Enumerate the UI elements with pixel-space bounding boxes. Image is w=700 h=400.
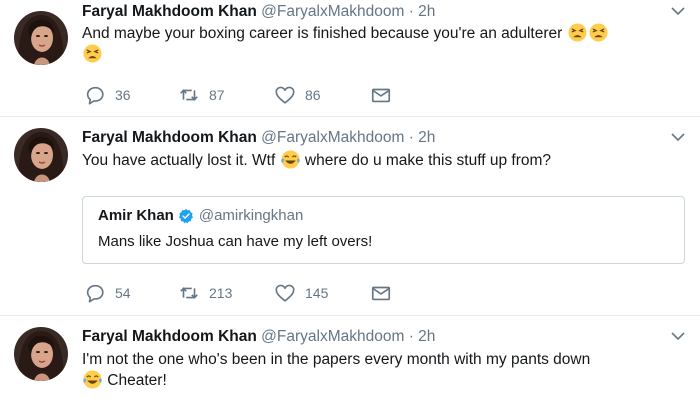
tweet-header: Faryal Makhdoom Khan @FaryalxMakhdoom · … xyxy=(82,128,435,148)
quoted-user-handle: @amirkingkhan xyxy=(198,207,304,224)
reply-count: 36 xyxy=(115,87,131,103)
tweet[interactable]: Faryal Makhdoom Khan @FaryalxMakhdoom · … xyxy=(0,0,700,117)
like-button[interactable]: 86 xyxy=(274,84,321,106)
quoted-tweet-text: Mans like Joshua can have my left overs! xyxy=(98,233,373,250)
reply-icon xyxy=(84,282,106,304)
dm-button[interactable] xyxy=(370,282,401,304)
timestamp[interactable]: · 2h xyxy=(409,328,436,345)
tired-face-emoji xyxy=(589,23,608,42)
avatar[interactable] xyxy=(14,327,68,381)
tweet[interactable]: Faryal Makhdoom Khan @FaryalxMakhdoom · … xyxy=(0,117,700,316)
tweet-actions: 36 87 86 xyxy=(84,84,404,106)
display-name[interactable]: Faryal Makhdoom Khan xyxy=(82,129,257,146)
retweet-button[interactable]: 213 xyxy=(178,282,232,304)
display-name[interactable]: Faryal Makhdoom Khan xyxy=(82,3,257,20)
caret-down-icon[interactable] xyxy=(670,4,686,18)
tweet-text-content: I'm not the one who's been in the papers… xyxy=(82,351,591,368)
retweet-icon xyxy=(178,282,200,304)
caret-down-icon[interactable] xyxy=(670,329,686,343)
user-handle[interactable]: @FaryalxMakhdoom xyxy=(261,129,404,146)
tired-face-emoji xyxy=(83,44,102,63)
avatar-image xyxy=(14,128,68,182)
avatar[interactable] xyxy=(14,11,68,65)
like-icon xyxy=(274,282,296,304)
retweet-icon xyxy=(178,84,200,106)
avatar[interactable] xyxy=(14,128,68,182)
reply-count: 54 xyxy=(115,285,131,301)
like-icon xyxy=(274,84,296,106)
retweet-count: 213 xyxy=(209,285,233,301)
dm-icon xyxy=(370,282,392,304)
quoted-display-name: Amir Khan xyxy=(98,207,174,224)
tweet[interactable]: Faryal Makhdoom Khan @FaryalxMakhdoom · … xyxy=(0,316,700,400)
tweet-actions: 54 213 145 xyxy=(84,282,404,304)
like-button[interactable]: 145 xyxy=(274,282,328,304)
tweet-text-content-end: Cheater! xyxy=(103,372,167,389)
like-count: 145 xyxy=(305,285,329,301)
avatar-image xyxy=(14,327,68,381)
like-count: 86 xyxy=(305,87,321,103)
reply-button[interactable]: 54 xyxy=(84,282,131,304)
tweet-header: Faryal Makhdoom Khan @FaryalxMakhdoom · … xyxy=(82,2,435,22)
tweet-text-content: You have actually lost it. Wtf xyxy=(82,152,280,169)
timestamp[interactable]: · 2h xyxy=(409,3,436,20)
retweet-count: 87 xyxy=(209,87,225,103)
reply-button[interactable]: 36 xyxy=(84,84,131,106)
user-handle[interactable]: @FaryalxMakhdoom xyxy=(261,328,404,345)
dm-icon xyxy=(370,84,392,106)
tears-of-joy-emoji xyxy=(281,150,300,169)
caret-down-icon[interactable] xyxy=(670,130,686,144)
tweet-text: I'm not the one who's been in the papers… xyxy=(82,349,682,391)
user-handle[interactable]: @FaryalxMakhdoom xyxy=(261,3,404,20)
timestamp[interactable]: · 2h xyxy=(409,129,436,146)
retweet-button[interactable]: 87 xyxy=(178,84,225,106)
quoted-tweet-header: Amir Khan @amirkingkhan xyxy=(98,206,303,226)
dm-button[interactable] xyxy=(370,84,401,106)
tweet-text-content: And maybe your boxing career is finished… xyxy=(82,25,567,42)
display-name[interactable]: Faryal Makhdoom Khan xyxy=(82,328,257,345)
quoted-tweet[interactable]: Amir Khan @amirkingkhan Mans like Joshua… xyxy=(82,196,685,264)
tweet-text: And maybe your boxing career is finished… xyxy=(82,23,682,65)
avatar-image xyxy=(14,11,68,65)
verified-badge-icon xyxy=(178,208,194,224)
tweet-text: You have actually lost it. Wtf where do … xyxy=(82,150,682,171)
tweet-header: Faryal Makhdoom Khan @FaryalxMakhdoom · … xyxy=(82,327,435,347)
tweet-text-content-end: where do u make this stuff up from? xyxy=(300,152,552,169)
tired-face-emoji xyxy=(568,23,587,42)
reply-icon xyxy=(84,84,106,106)
tears-of-joy-emoji xyxy=(83,370,102,389)
